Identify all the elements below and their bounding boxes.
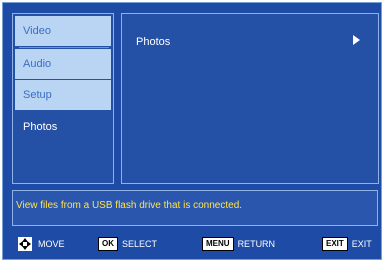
select-label: SELECT	[122, 239, 158, 249]
return-label: RETURN	[237, 239, 276, 249]
sidebar-item-label: Audio	[23, 58, 52, 70]
play-arrow-icon	[353, 35, 360, 45]
divider	[19, 47, 109, 48]
menu-key: MENU	[202, 237, 234, 251]
menu-item-photos[interactable]: Photos	[136, 36, 170, 48]
footer-move: MOVE	[18, 237, 65, 251]
sidebar-item-audio[interactable]: Audio	[15, 49, 111, 79]
sidebar-item-label: Video	[23, 25, 51, 37]
ok-key: OK	[98, 237, 118, 251]
sidebar-item-label: Photos	[23, 121, 58, 133]
sidebar-item-setup[interactable]: Setup	[15, 80, 111, 110]
dpad-icon	[18, 237, 32, 251]
osd-frame: Video Audio Setup Photos Photos View fil…	[2, 2, 382, 260]
exit-key: EXIT	[322, 237, 348, 251]
sidebar-item-video[interactable]: Video	[15, 16, 111, 46]
footer-return: MENU RETURN	[202, 237, 275, 251]
footer-exit: EXIT EXIT	[322, 237, 372, 251]
exit-label: EXIT	[351, 239, 372, 249]
main-panel: Photos	[121, 13, 379, 184]
sidebar-menu: Video Audio Setup Photos	[12, 13, 114, 184]
move-label: MOVE	[38, 239, 65, 249]
description-text: View files from a USB flash drive that i…	[16, 200, 243, 211]
sidebar-item-label: Setup	[23, 89, 52, 101]
footer-select: OK SELECT	[98, 237, 157, 251]
sidebar-item-photos[interactable]: Photos	[15, 112, 111, 142]
description-bar: View files from a USB flash drive that i…	[12, 190, 378, 226]
footer-bar: MOVE OK SELECT MENU RETURN EXIT EXIT	[12, 233, 378, 257]
